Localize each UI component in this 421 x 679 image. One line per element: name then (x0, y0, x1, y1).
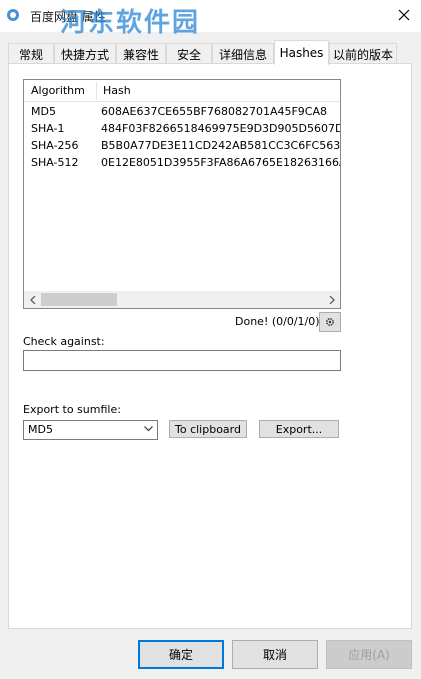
tab-details[interactable]: 详细信息 (212, 43, 274, 64)
hash-list[interactable]: Algorithm Hash MD5 608AE637CE655BF768082… (23, 79, 341, 309)
export-label: Export to sumfile: (23, 403, 121, 416)
tab-compatibility[interactable]: 兼容性 (116, 43, 166, 64)
tab-security[interactable]: 安全 (166, 43, 212, 64)
ok-button[interactable]: 确定 (138, 640, 224, 669)
hash-list-header: Algorithm Hash (24, 80, 340, 102)
close-icon (398, 9, 410, 21)
check-against-input[interactable] (23, 350, 341, 371)
hash-value: 484F03F8266518469975E9D3D905D5607D25B2 (101, 122, 340, 135)
hash-algorithm: SHA-256 (31, 139, 79, 152)
hash-row[interactable]: SHA-1 484F03F8266518469975E9D3D905D5607D… (24, 120, 340, 137)
watermark-logo: 河东软件园 (60, 8, 201, 38)
hash-algorithm: SHA-1 (31, 122, 65, 135)
tab-hashes[interactable]: Hashes (274, 40, 329, 65)
horizontal-scrollbar[interactable] (24, 291, 340, 308)
apply-button[interactable]: 应用(A) (326, 640, 412, 669)
chevron-left-icon (29, 295, 35, 304)
scroll-thumb[interactable] (41, 293, 117, 306)
hash-value: 608AE637CE655BF768082701A45F9CA8 (101, 105, 328, 118)
scroll-right-button[interactable] (323, 291, 340, 308)
status-text: Done! (0/0/1/0) (235, 315, 320, 328)
tab-shortcut[interactable]: 快捷方式 (54, 43, 116, 64)
chevron-down-icon (144, 426, 153, 432)
export-button[interactable]: Export... (259, 420, 339, 438)
tab-general[interactable]: 常规 (8, 43, 54, 64)
gear-icon (326, 318, 334, 326)
hash-row[interactable]: MD5 608AE637CE655BF768082701A45F9CA8 (24, 103, 340, 120)
column-algorithm[interactable]: Algorithm (24, 80, 85, 102)
app-icon (6, 8, 20, 22)
title-bar: 百度网盘 属性 河东软件园 pc0359 (0, 0, 421, 57)
hash-row[interactable]: SHA-256 B5B0A77DE3E11CD242AB581CC3C6FC56… (24, 137, 340, 154)
export-format-select[interactable]: MD5 (23, 420, 158, 440)
export-format-value: MD5 (28, 423, 53, 436)
hash-value: B5B0A77DE3E11CD242AB581CC3C6FC563C9D/ (101, 139, 341, 152)
column-hash[interactable]: Hash (96, 80, 131, 102)
cancel-button[interactable]: 取消 (232, 640, 318, 669)
tab-previous-versions[interactable]: 以前的版本 (329, 43, 397, 64)
check-against-label: Check against: (23, 335, 105, 348)
hash-value: 0E12E8051D3955F3FA86A6765E18263166A9A1 (101, 156, 340, 169)
hash-algorithm: SHA-512 (31, 156, 79, 169)
options-button[interactable] (319, 312, 341, 332)
hash-row[interactable]: SHA-512 0E12E8051D3955F3FA86A6765E182631… (24, 154, 340, 171)
close-button[interactable] (387, 0, 421, 30)
hash-algorithm: MD5 (31, 105, 56, 118)
tab-strip: 常规 快捷方式 兼容性 安全 详细信息 Hashes 以前的版本 (8, 40, 412, 65)
chevron-right-icon (329, 295, 335, 304)
scroll-left-button[interactable] (24, 291, 41, 308)
to-clipboard-button[interactable]: To clipboard (169, 420, 247, 438)
hashes-panel: Algorithm Hash MD5 608AE637CE655BF768082… (8, 63, 412, 629)
